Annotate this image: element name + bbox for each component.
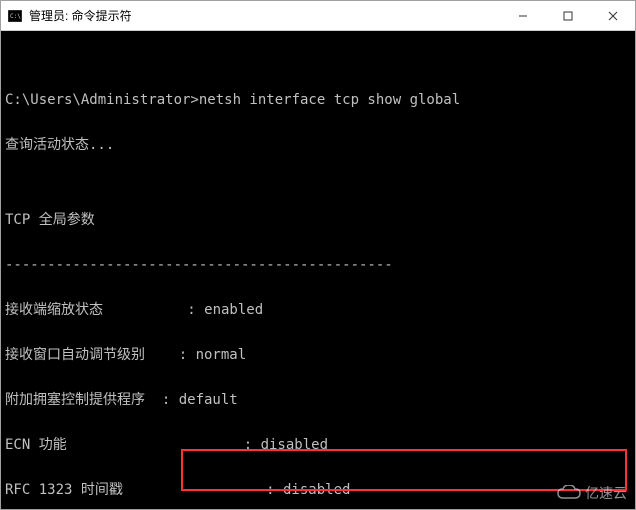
watermark-text: 亿速云 (585, 486, 627, 501)
window-buttons (500, 1, 635, 30)
svg-text:C:\: C:\ (10, 13, 21, 20)
terminal-line: C:\Users\Administrator>netsh interface t… (5, 93, 631, 108)
titlebar[interactable]: C:\ 管理员: 命令提示符 (1, 1, 635, 31)
terminal-line: 接收窗口自动调节级别 : normal (5, 348, 631, 363)
terminal-line: ----------------------------------------… (5, 258, 631, 273)
close-button[interactable] (590, 1, 635, 30)
terminal-area[interactable]: C:\Users\Administrator>netsh interface t… (1, 31, 635, 509)
maximize-button[interactable] (545, 1, 590, 30)
watermark: 亿速云 (557, 485, 627, 501)
terminal-line: 附加拥塞控制提供程序 : default (5, 393, 631, 408)
window-title: 管理员: 命令提示符 (29, 7, 500, 24)
cmd-icon: C:\ (7, 8, 23, 24)
cmd-window: C:\ 管理员: 命令提示符 C:\Users\Administrator>ne… (0, 0, 636, 510)
terminal-line: TCP 全局参数 (5, 213, 631, 228)
terminal-line: 接收端缩放状态 : enabled (5, 303, 631, 318)
minimize-button[interactable] (500, 1, 545, 30)
terminal-line: RFC 1323 时间戳 : disabled (5, 483, 631, 498)
cloud-icon (557, 485, 581, 501)
terminal-line: 查询活动状态... (5, 138, 631, 153)
terminal-line: ECN 功能 : disabled (5, 438, 631, 453)
